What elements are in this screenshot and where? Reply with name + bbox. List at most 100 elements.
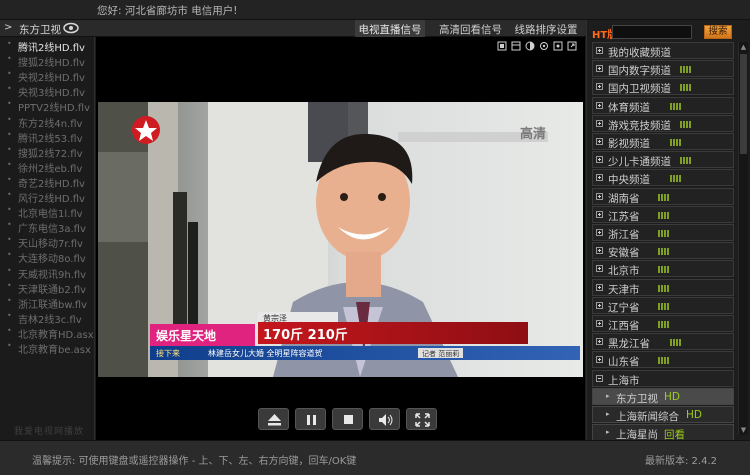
channel-group-label: 国内卫视频道 — [608, 83, 671, 96]
source-item[interactable]: • 搜狐2线72.flv — [0, 144, 95, 159]
expand-icon[interactable] — [596, 83, 603, 91]
scroll-thumb[interactable] — [740, 54, 747, 154]
source-item[interactable]: • 央视2线HD.flv — [0, 68, 95, 83]
expand-icon[interactable] — [596, 229, 603, 236]
expand-icon[interactable] — [596, 265, 603, 273]
expand-icon[interactable] — [596, 210, 603, 218]
channel-group-row[interactable]: 山东省 — [592, 351, 734, 369]
expand-icon[interactable] — [596, 101, 603, 109]
source-item[interactable]: • 东方2线4n.flv — [0, 114, 95, 129]
bullet-icon: • — [7, 99, 12, 109]
tab-line-sort-settings[interactable]: 线路排序设置 — [511, 20, 581, 37]
source-item[interactable]: • 风行2线HD.flv — [0, 189, 95, 204]
source-item-label: 搜狐2线HD.flv — [18, 58, 85, 69]
channel-group-row[interactable]: 影视频道 — [592, 133, 734, 150]
bullet-icon: • — [7, 39, 12, 48]
expand-icon[interactable] — [596, 320, 603, 327]
channel-scrollbar[interactable]: ▲ ▼ — [738, 42, 748, 435]
expand-icon[interactable] — [596, 301, 603, 309]
channel-item[interactable]: ▸ 东方卫视 HD — [592, 387, 734, 405]
search-button[interactable]: 搜索 — [704, 25, 732, 39]
expand-icon[interactable] — [596, 247, 603, 255]
stop-button[interactable] — [332, 408, 363, 430]
expand-icon[interactable] — [596, 65, 603, 73]
channel-group-row[interactable]: 少儿卡通频道 — [592, 151, 734, 169]
source-item[interactable]: • 天威视讯9h.flv — [0, 265, 95, 280]
channel-search-input[interactable] — [612, 25, 692, 39]
source-item[interactable]: • 天山移动7r.flv — [0, 234, 95, 249]
tab-replay-signal[interactable]: 高清回看信号 — [433, 20, 508, 37]
expand-icon[interactable] — [596, 156, 603, 164]
channel-group-row[interactable]: 游戏竞技频道 — [592, 114, 734, 132]
channel-group-row[interactable]: 体育频道 — [592, 96, 734, 114]
channel-group-label: 我的收藏频道 — [608, 47, 671, 59]
expand-icon[interactable] — [596, 338, 603, 346]
bottom-bar: 温馨提示: 可使用键盘或遥控器操作 - 上、下、左、右方向键，回车/OK键 最新… — [0, 440, 750, 475]
expand-icon[interactable] — [596, 174, 603, 182]
signal-strength-icon — [658, 230, 669, 237]
channel-group-row[interactable]: 国内卫视频道 — [592, 78, 734, 96]
fullscreen-box-icon[interactable] — [497, 41, 507, 51]
collapse-arrow-icon[interactable]: > — [4, 22, 12, 33]
channel-group-row[interactable]: 我的收藏频道 — [592, 42, 734, 59]
source-item-label: 徐州2线eb.flv — [18, 163, 83, 174]
source-item[interactable]: • 北京教育HD.asx — [0, 325, 95, 340]
expand-icon[interactable] — [567, 41, 577, 51]
source-item[interactable]: • 央视3线HD.flv — [0, 83, 95, 98]
channel-group-row[interactable]: 浙江省 — [592, 224, 734, 241]
source-item-label: 吉林2线3c.flv — [18, 314, 82, 325]
settings-icon[interactable] — [539, 41, 549, 51]
channel-group-row[interactable]: 天津市 — [592, 278, 734, 296]
source-item[interactable]: • 搜狐2线HD.flv — [0, 53, 95, 68]
channel-group-row[interactable]: 国内数字频道 — [592, 60, 734, 78]
tab-live-signal[interactable]: 电视直播信号 — [355, 20, 425, 37]
expand-icon[interactable] — [596, 283, 603, 291]
contrast-icon[interactable] — [525, 41, 535, 51]
source-item[interactable]: • 吉林2线3c.flv — [0, 310, 95, 325]
source-item[interactable]: • 北京电信1l.flv — [0, 204, 95, 219]
signal-strength-icon — [658, 248, 669, 256]
source-item[interactable]: • 广东电信3a.flv — [0, 219, 95, 234]
channel-group-row[interactable]: 江苏省 — [592, 205, 734, 223]
scroll-down-icon[interactable]: ▼ — [740, 426, 747, 434]
channel-group-row[interactable]: 辽宁省 — [592, 296, 734, 314]
source-item[interactable]: • PPTV2线HD.flv — [0, 98, 95, 113]
bullet-icon: • — [7, 190, 12, 199]
volume-button[interactable] — [369, 408, 400, 430]
window-icon[interactable] — [511, 41, 521, 51]
source-item[interactable]: • 腾讯2线HD.flv — [0, 38, 95, 53]
volume-icon — [379, 414, 393, 426]
expand-icon[interactable] — [596, 192, 603, 200]
expand-icon[interactable] — [596, 47, 603, 54]
signal-strength-icon — [658, 321, 669, 328]
source-item[interactable]: • 大连移动8o.flv — [0, 249, 95, 264]
collapse-icon[interactable] — [596, 374, 603, 382]
source-item[interactable]: • 奇艺2线HD.flv — [0, 174, 95, 189]
expand-icon[interactable] — [596, 356, 603, 364]
player-controls — [96, 408, 585, 434]
source-item[interactable]: • 腾讯2线53.flv — [0, 129, 95, 144]
channel-group-row[interactable]: 北京市 — [592, 260, 734, 278]
channel-item[interactable]: ▸ 上海星尚 回看 — [592, 424, 734, 442]
source-item[interactable]: • 天津联通b2.flv — [0, 280, 95, 295]
channel-group-row[interactable]: 黑龙江省 — [592, 333, 734, 351]
source-item[interactable]: • 徐州2线eb.flv — [0, 159, 95, 174]
fullscreen-button[interactable] — [406, 408, 437, 430]
channel-item[interactable]: ▸ 上海新闻综合 HD — [592, 406, 734, 423]
pause-button[interactable] — [295, 408, 326, 430]
channel-group-row[interactable]: 中央频道 — [592, 169, 734, 187]
video-frame[interactable]: 高清 黄宗泽 170斤 210斤 娱乐星天地 接下来 林建岳女儿大婚 全明星阵容… — [98, 102, 583, 377]
channel-group-row[interactable]: 江西省 — [592, 315, 734, 332]
eye-icon[interactable] — [62, 21, 80, 35]
screenshot-icon[interactable] — [553, 41, 563, 51]
channel-group-row[interactable]: 上海市 — [592, 369, 734, 387]
channel-group-row[interactable]: 安徽省 — [592, 242, 734, 260]
version-text: 最新版本: 2.4.2 — [645, 456, 717, 467]
expand-icon[interactable] — [596, 138, 603, 145]
source-item[interactable]: • 浙江联通bw.flv — [0, 295, 95, 310]
scroll-up-icon[interactable]: ▲ — [740, 43, 747, 51]
eject-button[interactable] — [258, 408, 289, 430]
channel-group-row[interactable]: 湖南省 — [592, 187, 734, 205]
source-item[interactable]: • 北京教育be.asx — [0, 340, 95, 355]
expand-icon[interactable] — [596, 119, 603, 127]
